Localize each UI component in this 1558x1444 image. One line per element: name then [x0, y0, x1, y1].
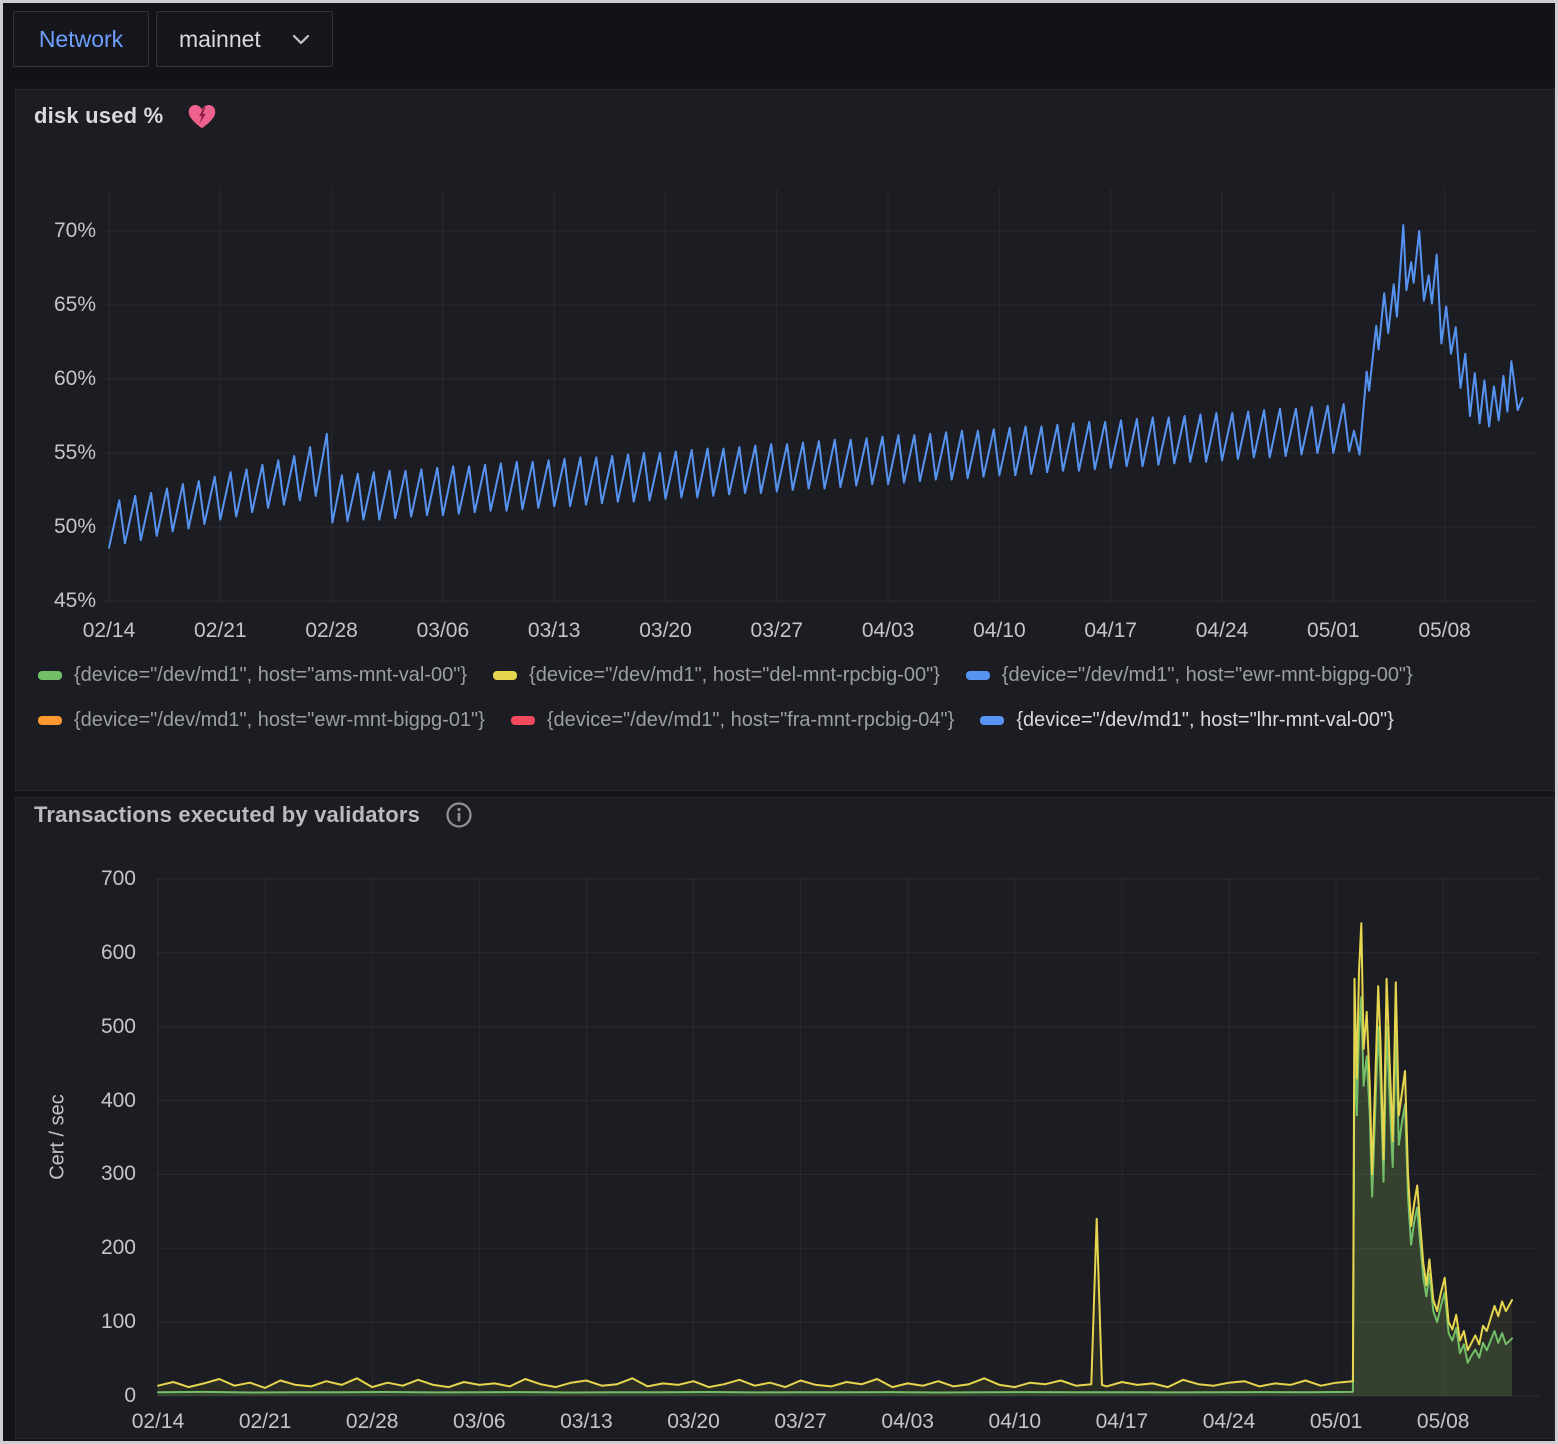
x-tick-label: 03/20: [646, 1409, 742, 1435]
legend-item[interactable]: {device="/dev/md1", host="ewr-mnt-bigpg-…: [966, 660, 1413, 690]
x-tick-label: 02/14: [110, 1409, 206, 1435]
x-tick-label: 02/21: [217, 1409, 313, 1435]
legend-label: {device="/dev/md1", host="lhr-mnt-val-00…: [1016, 709, 1393, 732]
y-tick-label: 0: [52, 1383, 136, 1409]
x-tick-label: 02/28: [284, 618, 380, 644]
network-dropdown[interactable]: mainnet: [156, 11, 333, 67]
y-tick-label: 200: [52, 1235, 136, 1261]
legend-label: {device="/dev/md1", host="ewr-mnt-bigpg-…: [74, 709, 485, 732]
y-tick-label: 50%: [12, 514, 96, 540]
legend-label: {device="/dev/md1", host="ewr-mnt-bigpg-…: [1002, 664, 1413, 687]
y-tick-label: 55%: [12, 440, 96, 466]
x-tick-label: 04/17: [1063, 618, 1159, 644]
x-tick-label: 03/27: [729, 618, 825, 644]
network-label: Network: [39, 26, 123, 53]
x-tick-label: 04/10: [967, 1409, 1063, 1435]
transactions-chart[interactable]: [16, 798, 1554, 1438]
legend-item[interactable]: {device="/dev/md1", host="fra-mnt-rpcbig…: [511, 705, 955, 735]
chevron-down-icon: [292, 34, 310, 45]
network-dropdown-value: mainnet: [179, 26, 261, 53]
legend-swatch: [38, 716, 62, 725]
legend: {device="/dev/md1", host="ams-mnt-val-00…: [38, 660, 1538, 735]
legend-swatch: [980, 716, 1004, 725]
x-tick-label: 04/03: [860, 1409, 956, 1435]
x-tick-label: 03/06: [431, 1409, 527, 1435]
x-tick-label: 05/08: [1395, 1409, 1491, 1435]
legend-swatch: [38, 671, 62, 680]
y-tick-label: 700: [52, 866, 136, 892]
x-tick-label: 05/08: [1397, 618, 1493, 644]
y-tick-label: 60%: [12, 366, 96, 392]
x-tick-label: 03/06: [395, 618, 491, 644]
x-tick-label: 05/01: [1288, 1409, 1384, 1435]
legend-swatch: [493, 671, 517, 680]
legend-item[interactable]: {device="/dev/md1", host="del-mnt-rpcbig…: [493, 660, 940, 690]
legend-item[interactable]: {device="/dev/md1", host="ams-mnt-val-00…: [38, 660, 467, 690]
legend-swatch: [511, 716, 535, 725]
x-tick-label: 04/24: [1174, 618, 1270, 644]
x-tick-label: 02/21: [172, 618, 268, 644]
x-tick-label: 04/10: [951, 618, 1047, 644]
y-tick-label: 600: [52, 940, 136, 966]
panel-transactions: Transactions executed by validators Cert…: [15, 797, 1555, 1439]
legend-swatch: [966, 671, 990, 680]
y-tick-label: 500: [52, 1014, 136, 1040]
grafana-dashboard: { "header": { "network_label": "Network"…: [0, 0, 1558, 1444]
x-tick-label: 04/17: [1074, 1409, 1170, 1435]
y-tick-label: 70%: [12, 218, 96, 244]
y-tick-label: 45%: [12, 588, 96, 614]
y-tick-label: 300: [52, 1161, 136, 1187]
x-tick-label: 03/27: [753, 1409, 849, 1435]
y-tick-label: 100: [52, 1309, 136, 1335]
legend-label: {device="/dev/md1", host="fra-mnt-rpcbig…: [547, 709, 955, 732]
x-tick-label: 03/20: [618, 618, 714, 644]
x-tick-label: 05/01: [1285, 618, 1381, 644]
legend-item[interactable]: {device="/dev/md1", host="lhr-mnt-val-00…: [980, 705, 1393, 735]
y-tick-label: 400: [52, 1088, 136, 1114]
x-tick-label: 02/14: [61, 618, 157, 644]
panel-disk-used: disk used % {device="/dev/md1", host="am…: [15, 89, 1555, 791]
y-tick-label: 65%: [12, 292, 96, 318]
legend-label: {device="/dev/md1", host="del-mnt-rpcbig…: [529, 664, 940, 687]
x-tick-label: 04/24: [1181, 1409, 1277, 1435]
variable-label-network: Network: [13, 11, 149, 67]
legend-label: {device="/dev/md1", host="ams-mnt-val-00…: [74, 664, 467, 687]
x-tick-label: 04/03: [840, 618, 936, 644]
x-tick-label: 02/28: [324, 1409, 420, 1435]
legend-item[interactable]: {device="/dev/md1", host="ewr-mnt-bigpg-…: [38, 705, 485, 735]
x-tick-label: 03/13: [506, 618, 602, 644]
x-tick-label: 03/13: [538, 1409, 634, 1435]
